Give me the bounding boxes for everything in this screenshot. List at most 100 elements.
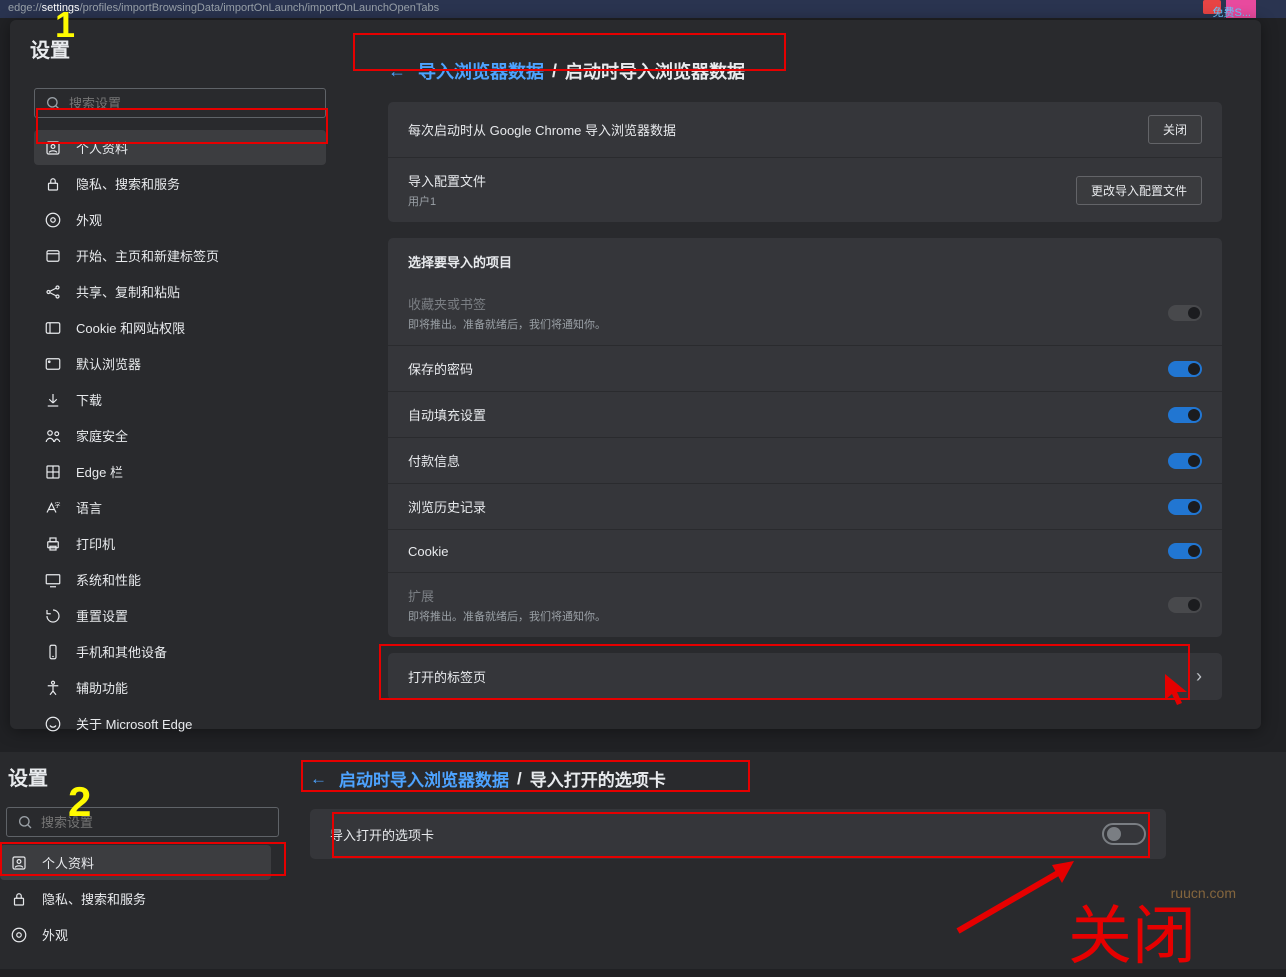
toggle <box>1168 597 1202 613</box>
phone-icon <box>44 643 62 661</box>
sidebar: 个人资料隐私、搜索和服务外观开始、主页和新建标签页共享、复制和粘贴 Cookie … <box>20 74 340 721</box>
sidebar-item-edge[interactable]: Edge 栏 <box>34 454 326 489</box>
sidebar-item-printer[interactable]: 打印机 <box>34 526 326 561</box>
profile-icon <box>44 139 62 157</box>
share-icon <box>44 283 62 301</box>
row-label: 保存的密码 <box>408 359 473 378</box>
settings-panel-1: 设置 个人资料隐私、搜索和服务外观开始、主页和新建标签页共享、复制和粘贴Cook… <box>10 20 1261 729</box>
row-sublabel: 即将推出。准备就绪后，我们将通知你。 <box>408 608 606 624</box>
edge-icon <box>44 463 62 481</box>
import-item-row: 付款信息 <box>388 437 1222 483</box>
sidebar-item-label: 个人资料 <box>42 853 94 872</box>
section-title: 选择要导入的项目 <box>388 238 1222 281</box>
row-label: 扩展 <box>408 586 606 605</box>
eye-icon <box>44 211 62 229</box>
row-label: 每次启动时从 Google Chrome 导入浏览器数据 <box>408 120 676 139</box>
toggle <box>1168 305 1202 321</box>
sidebar-item-lock[interactable]: 隐私、搜索和服务 <box>0 881 271 916</box>
sidebar-item-browser[interactable]: 默认浏览器 <box>34 346 326 381</box>
sidebar-item-reset[interactable]: 重置设置 <box>34 598 326 633</box>
import-item-row: Cookie <box>388 529 1222 572</box>
cookie-icon <box>44 319 62 337</box>
toggle[interactable] <box>1168 499 1202 515</box>
sidebar-item-eye[interactable]: 外观 <box>34 202 326 237</box>
profile-icon <box>10 854 28 872</box>
sidebar-item-label: 手机和其他设备 <box>76 642 167 661</box>
main-content: ← 导入浏览器数据 / 启动时导入浏览器数据 每次启动时从 Google Chr… <box>364 40 1246 721</box>
open-tabs-card[interactable]: 打开的标签页 › <box>388 653 1222 700</box>
sidebar-item-label: 开始、主页和新建标签页 <box>76 246 219 265</box>
sidebar-item-a11y[interactable]: 辅助功能 <box>34 670 326 705</box>
sidebar-item-cookie[interactable]: Cookie 和网站权限 <box>34 310 326 345</box>
import-item-row: 自动填充设置 <box>388 391 1222 437</box>
sidebar-item-label: Edge 栏 <box>76 462 123 481</box>
back-button[interactable]: ← <box>388 61 406 82</box>
annotation-1: 1 <box>55 4 75 46</box>
sidebar-item-label: 外观 <box>76 210 102 229</box>
close-button[interactable]: 关闭 <box>1148 115 1202 144</box>
search-settings[interactable] <box>34 88 326 118</box>
home-icon <box>44 247 62 265</box>
breadcrumb-link[interactable]: 导入浏览器数据 <box>418 58 544 84</box>
sidebar-item-lock[interactable]: 隐私、搜索和服务 <box>34 166 326 201</box>
sidebar-item-phone[interactable]: 手机和其他设备 <box>34 634 326 669</box>
browser-icon <box>44 355 62 373</box>
breadcrumb-current: 启动时导入浏览器数据 <box>565 58 745 84</box>
reset-icon <box>44 607 62 625</box>
main-content-2: ← 启动时导入浏览器数据 / 导入打开的选项卡 导入打开的选项卡 <box>300 760 1176 875</box>
toggle[interactable] <box>1168 407 1202 423</box>
import-item-row: 扩展即将推出。准备就绪后，我们将通知你。 <box>388 572 1222 637</box>
sidebar-item-label: 语言 <box>76 498 102 517</box>
sidebar-item-label: 共享、复制和粘贴 <box>76 282 180 301</box>
search-input[interactable] <box>69 96 315 111</box>
sidebar-item-about[interactable]: 关于 Microsoft Edge <box>34 706 326 741</box>
a11y-icon <box>44 679 62 697</box>
toggle[interactable] <box>1168 543 1202 559</box>
sidebar-item-label: 关于 Microsoft Edge <box>76 714 192 733</box>
arrow-annotation <box>948 861 1078 941</box>
lock-icon <box>44 175 62 193</box>
sidebar-item-system[interactable]: 系统和性能 <box>34 562 326 597</box>
eye-icon <box>10 926 28 944</box>
sidebar-item-family[interactable]: 家庭安全 <box>34 418 326 453</box>
row-label: 导入打开的选项卡 <box>330 825 434 844</box>
cursor-annotation <box>1163 672 1193 708</box>
sidebar-item-profile[interactable]: 个人资料 <box>34 130 326 165</box>
back-button[interactable]: ← <box>310 769 327 789</box>
download-icon <box>44 391 62 409</box>
tab-label[interactable]: 免费S... <box>1212 4 1251 20</box>
sidebar-item-label: 系统和性能 <box>76 570 141 589</box>
row-label: 付款信息 <box>408 451 460 470</box>
sidebar-item-eye[interactable]: 外观 <box>0 917 271 952</box>
row-sublabel: 用户1 <box>408 193 486 209</box>
sidebar-item-download[interactable]: 下载 <box>34 382 326 417</box>
printer-icon <box>44 535 62 553</box>
sidebar-item-share[interactable]: 共享、复制和粘贴 <box>34 274 326 309</box>
sidebar-item-label: 下载 <box>76 390 102 409</box>
toggle-import-open-tabs[interactable] <box>1102 823 1146 845</box>
toggle[interactable] <box>1168 453 1202 469</box>
sidebar-item-home[interactable]: 开始、主页和新建标签页 <box>34 238 326 273</box>
row-sublabel: 即将推出。准备就绪后，我们将通知你。 <box>408 316 606 332</box>
lang-icon: 字 <box>44 499 62 517</box>
about-icon <box>44 715 62 733</box>
change-profile-button[interactable]: 更改导入配置文件 <box>1076 176 1202 205</box>
row-label: Cookie <box>408 544 448 559</box>
sidebar-item-profile[interactable]: 个人资料 <box>0 845 271 880</box>
annotation-2: 2 <box>68 778 91 826</box>
row-label: 浏览历史记录 <box>408 497 486 516</box>
search-settings[interactable] <box>6 807 279 837</box>
toggle[interactable] <box>1168 361 1202 377</box>
search-icon <box>45 95 61 111</box>
annotation-text: 关闭 <box>1068 885 1196 977</box>
sidebar-item-label: 默认浏览器 <box>76 354 141 373</box>
sidebar-item-label: 辅助功能 <box>76 678 128 697</box>
page-title: 设置 <box>8 762 48 791</box>
import-item-row: 收藏夹或书签即将推出。准备就绪后，我们将通知你。 <box>388 281 1222 345</box>
import-item-row: 浏览历史记录 <box>388 483 1222 529</box>
sidebar-item-lang[interactable]: 字语言 <box>34 490 326 525</box>
lock-icon <box>10 890 28 908</box>
breadcrumb-link[interactable]: 启动时导入浏览器数据 <box>339 766 509 791</box>
search-icon <box>17 814 33 830</box>
import-open-tabs-card: 导入打开的选项卡 <box>310 809 1166 859</box>
